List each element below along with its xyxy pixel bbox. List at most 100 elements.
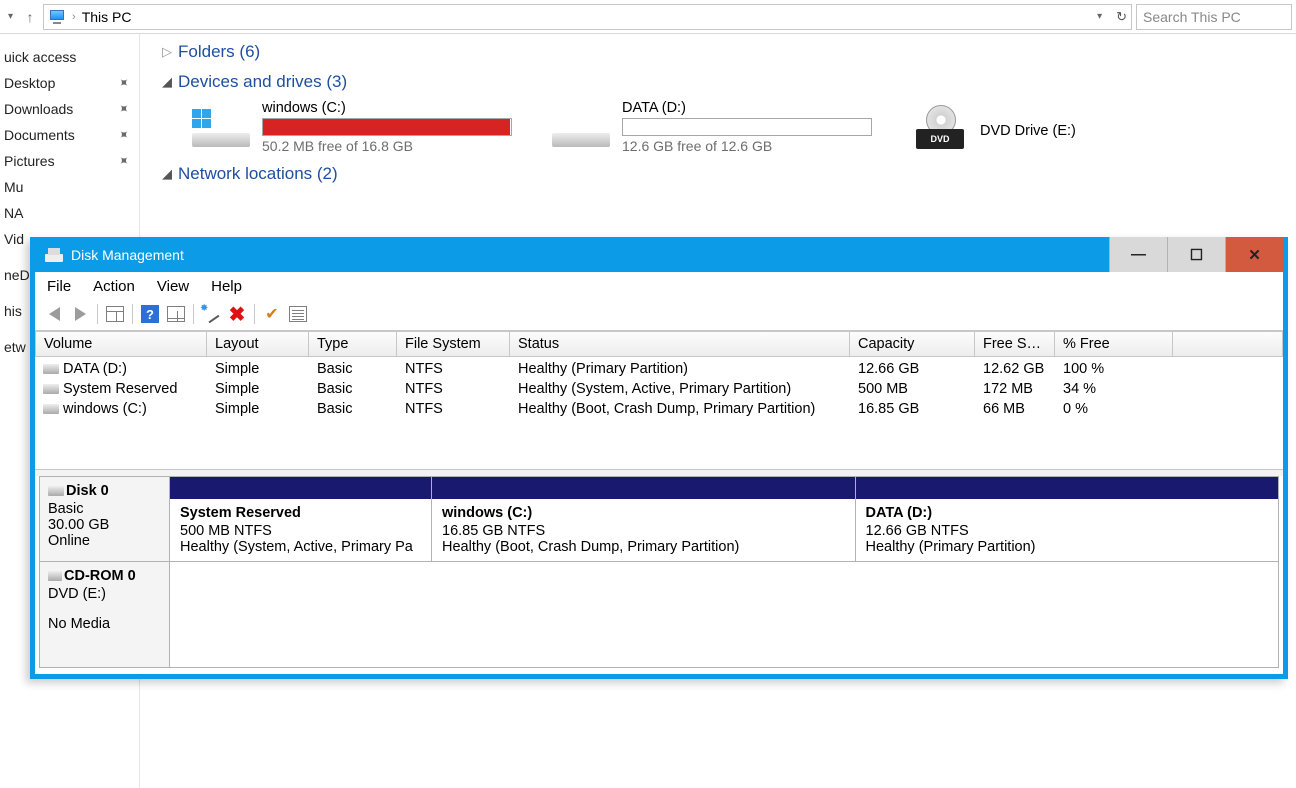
sidebar-item-documents[interactable]: Documents✦ <box>0 122 139 148</box>
drive-e-dvd[interactable]: DVD DVD Drive (E:) <box>912 100 1076 154</box>
col-capacity[interactable]: Capacity <box>850 331 975 357</box>
cdrom-icon <box>48 571 62 581</box>
expand-arrow-icon: ◢ <box>162 166 172 182</box>
close-button[interactable]: ✕ <box>1225 237 1283 272</box>
search-placeholder: Search This PC <box>1143 9 1241 25</box>
help-button[interactable]: ? <box>137 302 163 326</box>
menu-action[interactable]: Action <box>93 278 135 295</box>
col-percent-free[interactable]: % Free <box>1055 331 1173 357</box>
sidebar-item-downloads[interactable]: Downloads✦ <box>0 96 139 122</box>
col-filler <box>1173 331 1283 357</box>
drive-free-text: 50.2 MB free of 16.8 GB <box>262 138 512 154</box>
cdrom-media-area[interactable] <box>170 562 1278 667</box>
section-devices[interactable]: ◢ Devices and drives (3) <box>162 72 1296 92</box>
drive-name: DVD Drive (E:) <box>980 123 1076 139</box>
section-label: Folders (6) <box>178 42 260 62</box>
partition-data-d[interactable]: DATA (D:)12.66 GB NTFSHealthy (Primary P… <box>856 477 1279 561</box>
list-icon <box>289 306 307 322</box>
minimize-button[interactable]: — <box>1109 237 1167 272</box>
drive-free-text: 12.6 GB free of 12.6 GB <box>622 138 872 154</box>
sidebar-item[interactable]: NA <box>0 200 139 226</box>
col-filesystem[interactable]: File System <box>397 331 510 357</box>
partition-windows-c[interactable]: windows (C:)16.85 GB NTFSHealthy (Boot, … <box>432 477 856 561</box>
properties-button[interactable]: ✔ <box>259 302 285 326</box>
address-text: This PC <box>82 9 132 25</box>
drive-name: windows (C:) <box>262 100 512 116</box>
disk-management-icon <box>45 248 63 262</box>
drive-usage-bar <box>262 118 512 136</box>
section-folders[interactable]: ▷ Folders (6) <box>162 42 1296 62</box>
maximize-button[interactable]: ☐ <box>1167 237 1225 272</box>
pin-icon: ✦ <box>114 99 133 118</box>
partition-header <box>856 477 1279 499</box>
menu-file[interactable]: File <box>47 278 71 295</box>
refresh-icon[interactable]: ↻ <box>1116 9 1127 25</box>
drive-d[interactable]: DATA (D:) 12.6 GB free of 12.6 GB <box>552 100 872 154</box>
partition-header <box>432 477 855 499</box>
drive-icon <box>192 107 250 147</box>
drive-name: DATA (D:) <box>622 100 872 116</box>
partition-system-reserved[interactable]: System Reserved500 MB NTFSHealthy (Syste… <box>170 477 432 561</box>
col-status[interactable]: Status <box>510 331 850 357</box>
address-field[interactable]: › This PC ▾ ↻ <box>43 4 1132 30</box>
wand-icon <box>202 306 220 322</box>
delete-x-icon: ✖ <box>229 302 246 327</box>
this-pc-icon <box>48 10 66 24</box>
volume-row[interactable]: DATA (D:) SimpleBasicNTFSHealthy (Primar… <box>35 359 1283 379</box>
check-icon: ✔ <box>265 304 278 324</box>
sidebar-item-pictures[interactable]: Pictures✦ <box>0 148 139 174</box>
layout2-button[interactable] <box>163 302 189 326</box>
sidebar-item-desktop[interactable]: Desktop✦ <box>0 70 139 96</box>
volume-rows: DATA (D:) SimpleBasicNTFSHealthy (Primar… <box>35 357 1283 469</box>
menu-view[interactable]: View <box>157 278 189 295</box>
cdrom0-block: CD-ROM 0 DVD (E:) No Media <box>39 562 1279 668</box>
history-dropdown-icon[interactable]: ▾ <box>4 11 17 22</box>
settings-button[interactable] <box>198 302 224 326</box>
section-label: Devices and drives (3) <box>178 72 347 92</box>
sidebar-item[interactable]: Mu <box>0 174 139 200</box>
search-input[interactable]: Search This PC <box>1136 4 1292 30</box>
drive-icon <box>552 107 610 147</box>
back-arrow-icon <box>49 307 60 321</box>
drive-c[interactable]: windows (C:) 50.2 MB free of 16.8 GB <box>192 100 512 154</box>
explorer-address-bar: ▾ ↑ › This PC ▾ ↻ Search This PC <box>0 0 1296 34</box>
dm-toolbar: ? ✖ ✔ <box>35 301 1283 331</box>
section-network[interactable]: ◢ Network locations (2) <box>162 164 1296 184</box>
pin-icon: ✦ <box>114 125 133 144</box>
dm-menubar: File Action View Help <box>35 272 1283 301</box>
forward-button[interactable] <box>67 302 93 326</box>
sidebar-item-quick-access[interactable]: uick access <box>0 44 139 70</box>
dm-titlebar[interactable]: Disk Management — ☐ ✕ <box>35 237 1283 272</box>
pin-icon: ✦ <box>114 73 133 92</box>
volume-row[interactable]: System Reserved SimpleBasicNTFSHealthy (… <box>35 379 1283 399</box>
drive-usage-bar <box>622 118 872 136</box>
help-icon: ? <box>141 305 159 323</box>
pin-icon: ✦ <box>114 151 133 170</box>
menu-help[interactable]: Help <box>211 278 242 295</box>
disk-management-window: Disk Management — ☐ ✕ File Action View H… <box>30 237 1288 679</box>
disk-icon <box>48 486 64 496</box>
back-button[interactable] <box>41 302 67 326</box>
address-dropdown-icon[interactable]: ▾ <box>1093 11 1106 22</box>
delete-button[interactable]: ✖ <box>224 302 250 326</box>
col-free[interactable]: Free Spa... <box>975 331 1055 357</box>
forward-arrow-icon <box>75 307 86 321</box>
col-type[interactable]: Type <box>309 331 397 357</box>
layout-icon <box>106 306 124 322</box>
col-volume[interactable]: Volume <box>35 331 207 357</box>
expand-arrow-icon: ◢ <box>162 74 172 90</box>
col-layout[interactable]: Layout <box>207 331 309 357</box>
disk0-block: Disk 0 Basic 30.00 GB Online System Rese… <box>39 476 1279 562</box>
disk0-info[interactable]: Disk 0 Basic 30.00 GB Online <box>40 477 170 561</box>
dm-title-text: Disk Management <box>71 247 184 263</box>
list-button[interactable] <box>285 302 311 326</box>
cdrom0-info[interactable]: CD-ROM 0 DVD (E:) No Media <box>40 562 170 667</box>
volume-icon <box>43 404 59 414</box>
volume-header: Volume Layout Type File System Status Ca… <box>35 331 1283 357</box>
volume-row[interactable]: windows (C:) SimpleBasicNTFSHealthy (Boo… <box>35 399 1283 419</box>
layout-button[interactable] <box>102 302 128 326</box>
nav-up-icon[interactable]: ↑ <box>21 8 39 26</box>
partition-header <box>170 477 431 499</box>
splitter-handle[interactable] <box>35 469 1283 476</box>
layout2-icon <box>167 306 185 322</box>
